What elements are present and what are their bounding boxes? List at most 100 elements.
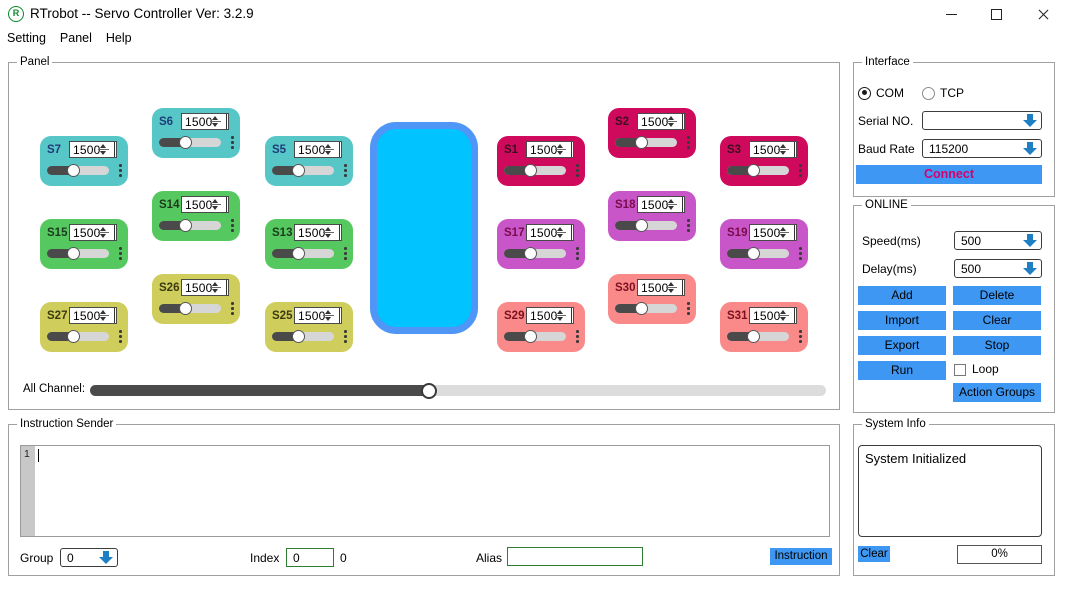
baud-rate-combo[interactable]: 115200 — [922, 139, 1042, 158]
instruction-editor[interactable]: 1 — [20, 445, 830, 537]
spinner-arrows-icon[interactable] — [98, 308, 109, 323]
servo-slider-thumb[interactable] — [292, 330, 306, 343]
servo-slider[interactable] — [504, 164, 566, 177]
spinner-arrows-icon[interactable] — [778, 142, 789, 157]
spinner-arrows-icon[interactable] — [666, 114, 677, 129]
servo-more-options-icon[interactable] — [576, 247, 579, 260]
servo-more-options-icon[interactable] — [576, 164, 579, 177]
servo-value-spinner[interactable]: 1500 — [526, 307, 574, 324]
index-input[interactable]: 0 — [286, 548, 334, 567]
servo-card-s6[interactable]: S6 1500 — [152, 108, 240, 158]
instruction-button[interactable]: Instruction — [770, 548, 832, 565]
servo-more-options-icon[interactable] — [231, 219, 234, 232]
menu-item-help[interactable]: Help — [99, 30, 139, 46]
close-button[interactable] — [1021, 0, 1065, 28]
servo-slider-thumb[interactable] — [635, 219, 649, 232]
servo-more-options-icon[interactable] — [231, 136, 234, 149]
servo-slider-thumb[interactable] — [292, 247, 306, 260]
servo-slider[interactable] — [159, 302, 221, 315]
spinner-arrows-icon[interactable] — [210, 280, 221, 295]
servo-card-s17[interactable]: S17 1500 — [497, 219, 585, 269]
servo-slider-thumb[interactable] — [635, 136, 649, 149]
servo-slider-thumb[interactable] — [179, 219, 193, 232]
servo-more-options-icon[interactable] — [799, 330, 802, 343]
servo-card-s5[interactable]: S5 1500 — [265, 136, 353, 186]
servo-value-spinner[interactable]: 1500 — [294, 307, 342, 324]
alias-input[interactable] — [507, 547, 643, 566]
spinner-arrows-icon[interactable] — [323, 225, 334, 240]
import-button[interactable]: Import — [858, 311, 946, 330]
servo-card-s15[interactable]: S15 1500 — [40, 219, 128, 269]
servo-value-spinner[interactable]: 1500 — [637, 279, 685, 296]
servo-slider[interactable] — [159, 219, 221, 232]
servo-value-spinner[interactable]: 1500 — [526, 224, 574, 241]
servo-slider-thumb[interactable] — [747, 247, 761, 260]
menu-item-setting[interactable]: Setting — [0, 30, 53, 46]
servo-value-spinner[interactable]: 1500 — [749, 224, 797, 241]
spinner-arrows-icon[interactable] — [778, 308, 789, 323]
radio-tcp[interactable]: TCP — [922, 86, 964, 100]
servo-card-s1[interactable]: S1 1500 — [497, 136, 585, 186]
all-channel-thumb[interactable] — [420, 383, 437, 399]
servo-slider[interactable] — [47, 247, 109, 260]
servo-card-s25[interactable]: S25 1500 — [265, 302, 353, 352]
servo-more-options-icon[interactable] — [344, 247, 347, 260]
robot-body-shape[interactable] — [370, 122, 478, 334]
servo-more-options-icon[interactable] — [119, 330, 122, 343]
servo-slider[interactable] — [615, 219, 677, 232]
servo-slider[interactable] — [47, 164, 109, 177]
servo-card-s7[interactable]: S7 1500 — [40, 136, 128, 186]
spinner-arrows-icon[interactable] — [666, 197, 677, 212]
servo-card-s19[interactable]: S19 1500 — [720, 219, 808, 269]
servo-slider-thumb[interactable] — [524, 164, 538, 177]
clear-button[interactable]: Clear — [953, 311, 1041, 330]
spinner-arrows-icon[interactable] — [555, 225, 566, 240]
run-button[interactable]: Run — [858, 361, 946, 380]
servo-slider[interactable] — [272, 330, 334, 343]
servo-card-s31[interactable]: S31 1500 — [720, 302, 808, 352]
menu-item-panel[interactable]: Panel — [53, 30, 99, 46]
servo-more-options-icon[interactable] — [687, 219, 690, 232]
spinner-arrows-icon[interactable] — [778, 225, 789, 240]
servo-slider[interactable] — [504, 247, 566, 260]
clear-log-button[interactable]: Clear — [858, 546, 890, 562]
maximize-button[interactable] — [974, 0, 1019, 28]
servo-value-spinner[interactable]: 1500 — [526, 141, 574, 158]
servo-slider-thumb[interactable] — [747, 330, 761, 343]
all-channel-slider[interactable] — [90, 383, 826, 399]
servo-card-s29[interactable]: S29 1500 — [497, 302, 585, 352]
servo-value-spinner[interactable]: 1500 — [69, 224, 117, 241]
stop-button[interactable]: Stop — [953, 336, 1041, 355]
speed-combo[interactable]: 500 — [954, 231, 1042, 250]
servo-slider[interactable] — [159, 136, 221, 149]
servo-card-s30[interactable]: S30 1500 — [608, 274, 696, 324]
servo-card-s2[interactable]: S2 1500 — [608, 108, 696, 158]
servo-value-spinner[interactable]: 1500 — [69, 307, 117, 324]
serial-no-combo[interactable] — [922, 111, 1042, 130]
minimize-button[interactable] — [929, 0, 974, 28]
servo-more-options-icon[interactable] — [576, 330, 579, 343]
servo-value-spinner[interactable]: 1500 — [69, 141, 117, 158]
servo-slider[interactable] — [615, 136, 677, 149]
servo-slider-thumb[interactable] — [179, 136, 193, 149]
servo-card-s27[interactable]: S27 1500 — [40, 302, 128, 352]
servo-value-spinner[interactable]: 1500 — [294, 224, 342, 241]
system-info-log[interactable]: System Initialized — [858, 445, 1042, 537]
spinner-arrows-icon[interactable] — [210, 114, 221, 129]
servo-card-s3[interactable]: S3 1500 — [720, 136, 808, 186]
delete-button[interactable]: Delete — [953, 286, 1041, 305]
delay-combo[interactable]: 500 — [954, 259, 1042, 278]
servo-more-options-icon[interactable] — [799, 247, 802, 260]
servo-value-spinner[interactable]: 1500 — [749, 141, 797, 158]
servo-slider-thumb[interactable] — [67, 164, 81, 177]
servo-slider[interactable] — [727, 164, 789, 177]
servo-slider[interactable] — [272, 164, 334, 177]
servo-value-spinner[interactable]: 1500 — [637, 196, 685, 213]
servo-card-s26[interactable]: S26 1500 — [152, 274, 240, 324]
servo-more-options-icon[interactable] — [119, 164, 122, 177]
servo-card-s13[interactable]: S13 1500 — [265, 219, 353, 269]
spinner-arrows-icon[interactable] — [666, 280, 677, 295]
servo-more-options-icon[interactable] — [687, 136, 690, 149]
servo-slider[interactable] — [727, 247, 789, 260]
spinner-arrows-icon[interactable] — [555, 308, 566, 323]
